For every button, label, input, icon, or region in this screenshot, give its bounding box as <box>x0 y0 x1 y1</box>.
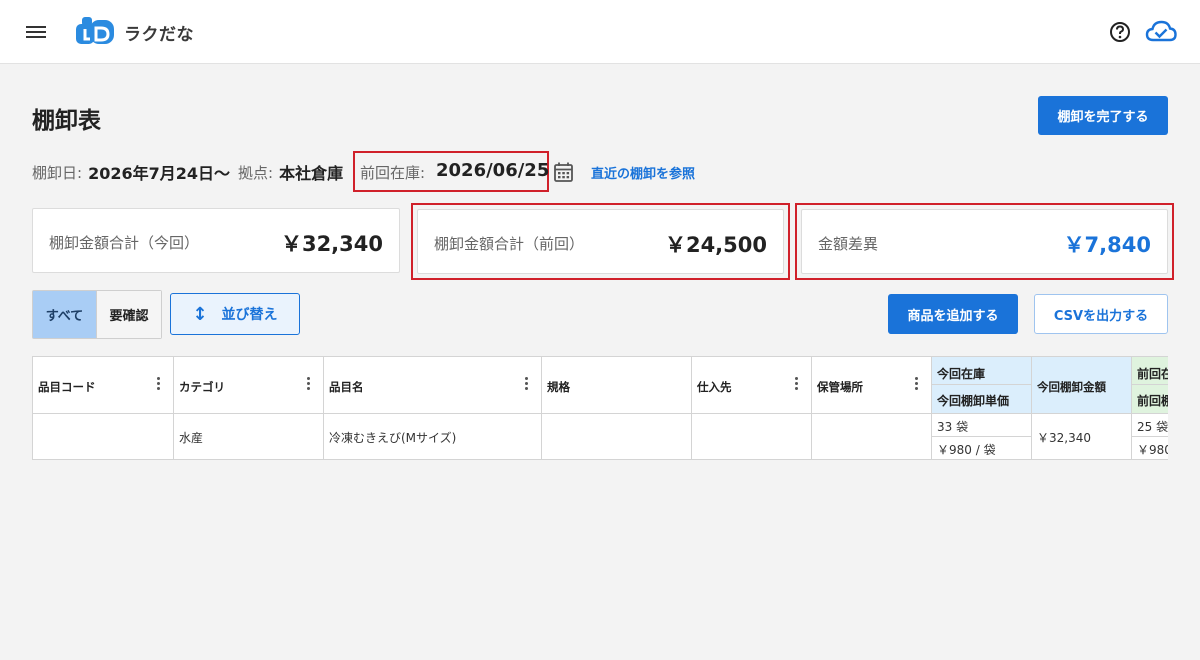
column-header-current-stock[interactable]: 今回在庫 <box>932 356 1032 385</box>
inventory-table: 品目コード カテゴリ 品目名 規格 仕入先 保管場所 今回在庫 今回棚卸単価 今… <box>32 356 1168 460</box>
cell-current-unit-price[interactable]: ￥980 / 袋 <box>932 437 1032 460</box>
current-total-label: 棚卸金額合計（今回） <box>49 234 200 252</box>
add-product-button[interactable]: 商品を追加する <box>888 294 1018 334</box>
csv-export-button[interactable]: CSVを出力する <box>1034 294 1168 334</box>
previous-stock-date: 2026/06/25 <box>436 160 550 181</box>
cell-current-amount-text: ￥32,340 <box>1037 431 1091 445</box>
column-header-code-label: 品目コード <box>38 380 96 394</box>
date-label: 棚卸日: <box>32 163 83 182</box>
filter-segmented-control: すべて 要確認 <box>32 290 162 339</box>
cell-previous-stock[interactable]: 25 袋 <box>1132 414 1168 437</box>
cell-name[interactable]: 冷凍むきえび(Mサイズ) <box>324 414 542 460</box>
column-header-category-label: カテゴリ <box>179 380 225 394</box>
column-header-previous-stock[interactable]: 前回在 <box>1132 356 1168 385</box>
column-header-supplier-label: 仕入先 <box>697 380 732 394</box>
previous-stock-label: 前回在庫: <box>360 164 426 182</box>
previous-total-label: 棚卸金額合計（前回） <box>434 235 585 253</box>
cell-previous-unit-price-text: ￥980 <box>1137 443 1168 457</box>
current-total-card: 棚卸金額合計（今回） ￥32,340 <box>32 208 400 273</box>
column-header-name[interactable]: 品目名 <box>324 356 542 414</box>
previous-total-card: 棚卸金額合計（前回） ￥24,500 <box>417 209 784 274</box>
column-header-spec[interactable]: 規格 <box>542 356 692 414</box>
cell-previous-unit-price[interactable]: ￥980 <box>1132 437 1168 460</box>
cell-current-stock[interactable]: 33 袋 <box>932 414 1032 437</box>
filter-all-button[interactable]: すべて <box>33 291 97 338</box>
column-menu-icon[interactable] <box>795 377 799 391</box>
sort-button[interactable]: ↕ 並び替え <box>170 293 300 335</box>
difference-label: 金額差異 <box>818 235 879 253</box>
filter-needs-check-button[interactable]: 要確認 <box>97 291 161 338</box>
difference-value: ￥7,840 <box>1063 233 1151 257</box>
app-name: ラクだな <box>124 24 194 45</box>
sort-button-label: 並び替え <box>221 307 278 323</box>
column-header-previous-stock-label: 前回在 <box>1137 367 1168 381</box>
column-menu-icon[interactable] <box>307 377 311 391</box>
cell-previous-stock-text: 25 袋 <box>1137 420 1168 434</box>
column-header-current-unit-price[interactable]: 今回棚卸単価 <box>932 385 1032 414</box>
logo-mark-icon <box>76 17 114 44</box>
finish-inventory-button[interactable]: 棚卸を完了する <box>1038 96 1168 135</box>
column-header-location-label: 保管場所 <box>817 380 863 394</box>
cell-supplier[interactable] <box>692 414 812 460</box>
cell-name-text: 冷凍むきえび(Mサイズ) <box>329 431 457 445</box>
column-header-location[interactable]: 保管場所 <box>812 356 932 414</box>
column-menu-icon[interactable] <box>915 377 919 391</box>
column-header-previous-unit-price[interactable]: 前回棚 <box>1132 385 1168 414</box>
app-logo[interactable]: ラクだな <box>74 15 194 49</box>
page-title: 棚卸表 <box>32 108 101 134</box>
cell-category[interactable]: 水産 <box>174 414 324 460</box>
base-value: 本社倉庫 <box>279 164 344 183</box>
column-header-current-amount-label: 今回棚卸金額 <box>1037 380 1106 394</box>
cell-current-unit-price-text: ￥980 / 袋 <box>937 443 996 457</box>
current-total-value: ￥32,340 <box>280 232 383 256</box>
calendar-icon[interactable] <box>553 161 574 183</box>
cell-location[interactable] <box>812 414 932 460</box>
recent-inventory-link[interactable]: 直近の棚卸を参照 <box>591 163 695 182</box>
cell-spec[interactable] <box>542 414 692 460</box>
column-header-current-unit-price-label: 今回棚卸単価 <box>937 394 1010 408</box>
column-menu-icon[interactable] <box>157 377 161 391</box>
hamburger-menu-icon[interactable] <box>26 24 46 40</box>
cell-code[interactable] <box>33 414 174 460</box>
column-header-name-label: 品目名 <box>329 380 364 394</box>
previous-total-value: ￥24,500 <box>664 233 767 257</box>
top-app-bar: ラクだな <box>0 0 1200 64</box>
column-header-current-stock-label: 今回在庫 <box>937 367 986 381</box>
cell-current-stock-text: 33 袋 <box>937 420 969 434</box>
column-header-category[interactable]: カテゴリ <box>174 356 324 414</box>
cloud-sync-icon[interactable] <box>1144 18 1178 44</box>
help-icon[interactable] <box>1109 21 1131 43</box>
date-value: 2026年7月24日〜 <box>88 164 230 183</box>
difference-card: 金額差異 ￥7,840 <box>801 209 1168 274</box>
column-menu-icon[interactable] <box>525 377 529 391</box>
column-header-code[interactable]: 品目コード <box>33 356 174 414</box>
column-header-spec-label: 規格 <box>547 380 570 394</box>
column-header-current-amount[interactable]: 今回棚卸金額 <box>1032 356 1132 414</box>
column-header-supplier[interactable]: 仕入先 <box>692 356 812 414</box>
sort-arrows-icon: ↕ <box>192 303 208 325</box>
cell-category-text: 水産 <box>179 431 204 445</box>
base-label: 拠点: <box>238 163 274 182</box>
inventory-info-row: 棚卸日: 2026年7月24日〜 拠点: 本社倉庫 <box>32 158 351 186</box>
column-header-previous-unit-price-label: 前回棚 <box>1137 394 1168 408</box>
cell-current-amount[interactable]: ￥32,340 <box>1032 414 1132 460</box>
